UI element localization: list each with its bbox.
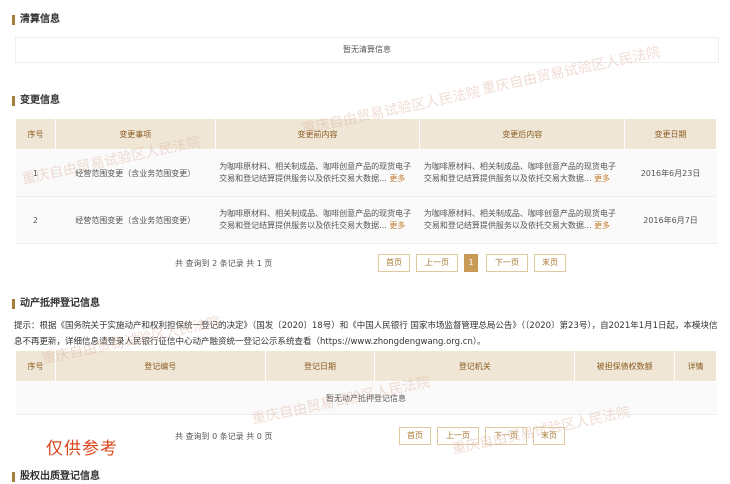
col-header: 序号 — [15, 118, 56, 150]
prev-page-button[interactable]: 上一页 — [437, 427, 479, 445]
cell-after: 为咖啡原材料、相关制成品、咖啡创意产品的现货电子交易和登记结算提供服务以及依托交… — [419, 149, 625, 197]
col-header: 登记编号 — [54, 350, 266, 382]
more-link[interactable]: 更多 — [389, 221, 405, 230]
col-header: 登记机关 — [374, 350, 576, 382]
section-title-changes: 变更信息 — [12, 94, 60, 108]
col-header: 变更日期 — [624, 118, 717, 150]
col-header: 序号 — [15, 350, 56, 382]
record-count: 共 查询到 0 条记录 共 0 页 — [175, 432, 273, 441]
reference-stamp: 仅供参考 — [46, 439, 118, 459]
cell-after: 为咖啡原材料、相关制成品、咖啡创意产品的现货电子交易和登记结算提供服务以及依托交… — [419, 196, 625, 244]
col-header: 变更前内容 — [214, 118, 421, 150]
cell-no: 1 — [15, 149, 56, 197]
mortgage-table: 序号 登记编号 登记日期 登记机关 被担保债权数额 详情 暂无动产抵押登记信息 — [15, 350, 717, 415]
section-title-clearing: 清算信息 — [12, 13, 60, 27]
prev-page-button[interactable]: 上一页 — [416, 254, 458, 272]
more-link[interactable]: 更多 — [594, 221, 610, 230]
first-page-button[interactable]: 首页 — [378, 254, 410, 272]
table-row: 暂无动产抵押登记信息 — [15, 381, 717, 415]
mortgage-notice: 提示：根据《国务院关于实施动产和权利担保统一登记的决定》（国发〔2020〕18号… — [14, 321, 718, 347]
cell-before: 为咖啡原材料、相关制成品、咖啡创意产品的现货电子交易和登记结算提供服务以及依托交… — [215, 196, 420, 244]
next-page-button[interactable]: 下一页 — [485, 427, 527, 445]
changes-table: 序号 变更事项 变更前内容 变更后内容 变更日期 1 经营范围变更（含业务范围变… — [15, 118, 717, 244]
section-title-mortgage: 动产抵押登记信息 — [12, 297, 100, 311]
last-page-button[interactable]: 末页 — [534, 254, 566, 272]
page: 清算信息 暂无清算信息 变更信息 序号 变更事项 变更前内容 变更后内容 变更日… — [0, 0, 730, 482]
cell-item: 经营范围变更（含业务范围变更） — [55, 196, 216, 244]
cell-before: 为咖啡原材料、相关制成品、咖啡创意产品的现货电子交易和登记结算提供服务以及依托交… — [215, 149, 420, 197]
cell-date: 2016年6月23日 — [624, 149, 717, 197]
mortgage-header-row: 序号 登记编号 登记日期 登记机关 被担保债权数额 详情 — [15, 350, 717, 382]
section-title-equity: 股权出质登记信息 — [12, 470, 100, 484]
last-page-button[interactable]: 末页 — [533, 427, 565, 445]
clearing-empty-message: 暂无清算信息 — [15, 37, 719, 63]
first-page-button[interactable]: 首页 — [399, 427, 431, 445]
col-header: 变更事项 — [54, 118, 216, 150]
changes-header-row: 序号 变更事项 变更前内容 变更后内容 变更日期 — [15, 118, 717, 150]
col-header: 被担保债权数额 — [574, 350, 676, 382]
table-row: 1 经营范围变更（含业务范围变更） 为咖啡原材料、相关制成品、咖啡创意产品的现货… — [15, 149, 717, 197]
col-header: 登记日期 — [264, 350, 376, 382]
table-row: 2 经营范围变更（含业务范围变更） 为咖啡原材料、相关制成品、咖啡创意产品的现货… — [15, 196, 717, 244]
col-header: 变更后内容 — [419, 118, 626, 150]
next-page-button[interactable]: 下一页 — [486, 254, 528, 272]
col-header: 详情 — [674, 350, 717, 382]
mortgage-empty-message: 暂无动产抵押登记信息 — [15, 381, 717, 415]
cell-item: 经营范围变更（含业务范围变更） — [55, 149, 216, 197]
current-page[interactable]: 1 — [464, 254, 478, 272]
changes-pager: 共 查询到 2 条记录 共 1 页 首页 上一页 1 下一页 末页 — [175, 254, 575, 272]
cell-no: 2 — [15, 196, 56, 244]
mortgage-pager: 共 查询到 0 条记录 共 0 页 首页 上一页 下一页 末页 — [175, 427, 575, 445]
cell-date: 2016年6月7日 — [624, 196, 717, 244]
record-count: 共 查询到 2 条记录 共 1 页 — [175, 259, 273, 268]
more-link[interactable]: 更多 — [594, 174, 610, 183]
more-link[interactable]: 更多 — [389, 174, 405, 183]
